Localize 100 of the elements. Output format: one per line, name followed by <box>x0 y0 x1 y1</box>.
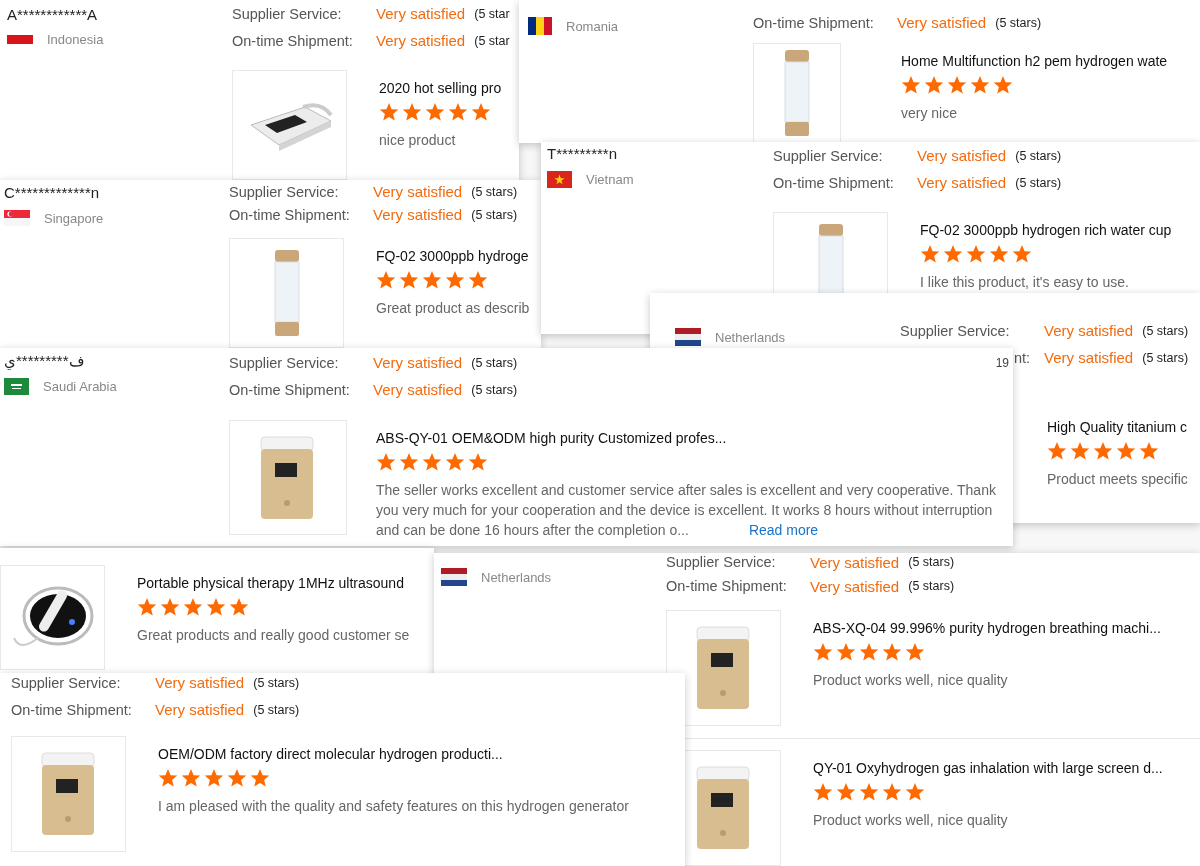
review-comment: Product meets specific <box>1047 470 1188 489</box>
rating-label: Supplier Service: <box>11 674 122 691</box>
rating-stars-text: (5 stars) <box>1015 175 1062 190</box>
rating-label: On-time Shipment: <box>232 32 354 49</box>
rating-stars-text: (5 stars) <box>995 15 1042 30</box>
star-icon <box>445 452 465 472</box>
star-icon <box>399 270 419 290</box>
reviewer-name: ف*********ي <box>4 351 85 372</box>
rating-label: Supplier Service: <box>229 354 340 371</box>
star-icon <box>183 597 203 617</box>
rating-stars-text: (5 stars) <box>1142 350 1189 365</box>
product-title: Home Multifunction h2 pem hydrogen wate <box>901 52 1168 71</box>
star-icon <box>1047 441 1067 461</box>
star-icon <box>402 102 422 122</box>
star-icon <box>445 270 465 290</box>
star-icon <box>181 768 201 788</box>
rating-stars-text: (5 stars) <box>471 355 518 370</box>
rating-value: Very satisfied <box>897 14 987 32</box>
star-icon <box>920 244 940 264</box>
rating-stars-text: (5 stars) <box>1142 323 1189 338</box>
star-icon <box>882 782 902 802</box>
rating-value: Very satisfied <box>917 174 1007 191</box>
rating-value: Very satisfied <box>373 381 463 398</box>
star-icon <box>399 452 419 472</box>
rating-stars-text: (5 stars) <box>908 555 955 570</box>
rating-value: Very satisfied <box>1044 322 1134 339</box>
star-icon <box>1070 441 1090 461</box>
star-icon <box>137 597 157 617</box>
star-icon <box>882 642 902 663</box>
rating-stars-text: (5 stars) <box>471 207 518 222</box>
rating-label: On-time Shipment: <box>11 701 133 718</box>
star-icon <box>425 102 445 122</box>
rating-stars-text: (5 stars) <box>253 702 300 717</box>
flag-icon <box>528 17 552 35</box>
star-icon <box>376 452 396 472</box>
star-icon <box>836 642 856 663</box>
flag-icon <box>4 378 29 395</box>
country-name: Singapore <box>44 210 104 226</box>
country-name: Vietnam <box>586 172 634 187</box>
star-icon <box>813 642 833 663</box>
star-icon <box>422 270 442 290</box>
star-icon <box>901 75 921 95</box>
product-title: QY-01 Oxyhydrogen gas inhalation with large screen d... <box>813 759 1163 778</box>
rating-value: Very satisfied <box>917 147 1007 164</box>
rating-stars-text: (5 star <box>474 6 510 21</box>
rating-value: Very satisfied <box>155 701 245 718</box>
star-icon <box>376 270 396 290</box>
rating-value: Very satisfied <box>373 183 463 200</box>
country-name: Indonesia <box>47 32 104 47</box>
product-title: FQ-02 3000ppb hydrogen rich water cup <box>920 221 1172 240</box>
star-icon <box>379 102 399 122</box>
star-icon <box>227 768 247 788</box>
star-icon <box>1093 441 1113 461</box>
rating-value: Very satisfied <box>376 5 466 22</box>
rating-value: Very satisfied <box>373 354 463 371</box>
product-title: FQ-02 3000ppb hydroge <box>376 247 529 266</box>
rating-label: Supplier Service: <box>666 554 777 571</box>
rating-value: Very satisfied <box>376 32 466 49</box>
review-comment: Great products and really good customer se <box>137 626 410 645</box>
rating-value: Very satisfied <box>810 577 900 595</box>
review-comment: I like this product, it's easy to use. <box>920 273 1129 292</box>
star-icon <box>859 782 879 802</box>
product-title: ABS-QY-01 OEM&ODM high purity Customized profes... <box>376 429 727 448</box>
star-icon <box>970 75 990 95</box>
reviewer-name: C*************n <box>4 183 100 203</box>
rating-label: Supplier Service: <box>900 322 1011 339</box>
star-icon <box>836 782 856 802</box>
star-icon <box>250 768 270 788</box>
product-title: ABS-XQ-04 99.996% purity hydrogen breathing machi... <box>813 619 1161 639</box>
star-icon <box>947 75 967 95</box>
rating-stars-text: (5 stars) <box>253 675 300 690</box>
reviewer-name: T*********n <box>547 144 618 164</box>
star-icon <box>158 768 178 788</box>
star-icon <box>448 102 468 122</box>
star-icon <box>468 452 488 472</box>
rating-stars-text: (5 stars) <box>471 382 518 397</box>
review-comment: very nice <box>901 104 958 123</box>
country-name: Romania <box>566 18 619 34</box>
flag-icon <box>441 568 467 586</box>
star-icon <box>943 244 963 264</box>
flag-icon <box>547 171 572 188</box>
read-more-link[interactable]: Read more <box>748 522 819 538</box>
star-icon <box>966 244 986 264</box>
country-name: Netherlands <box>715 329 786 345</box>
star-icon <box>924 75 944 95</box>
star-icon <box>206 597 226 617</box>
rating-label: Supplier Service: <box>232 5 343 22</box>
review-comment: Product works well, nice quality <box>813 671 1008 691</box>
review-comment: The seller works excellent and customer service after sales is excellent and very cooperative. Thank you very much for your cooperation and the device is excellent. It works 8 hours without interruption and can be done 16 hours after the completion o... Read more <box>376 481 997 540</box>
rating-value: Very satisfied <box>810 553 900 571</box>
review-comment: Product works well, nice quality <box>813 811 1008 830</box>
rating-label: On-time Shipment: <box>773 174 895 191</box>
rating-stars-text: (5 stars) <box>1015 148 1062 163</box>
rating-value: Very satisfied <box>1044 349 1134 366</box>
review-comment: I am pleased with the quality and safety features on this hydrogen generator <box>158 797 629 816</box>
star-icon <box>1116 441 1136 461</box>
star-icon <box>905 782 925 802</box>
flag-icon <box>7 35 33 44</box>
star-icon <box>229 597 249 617</box>
product-title: OEM/ODM factory direct molecular hydrogen producti... <box>158 745 503 764</box>
